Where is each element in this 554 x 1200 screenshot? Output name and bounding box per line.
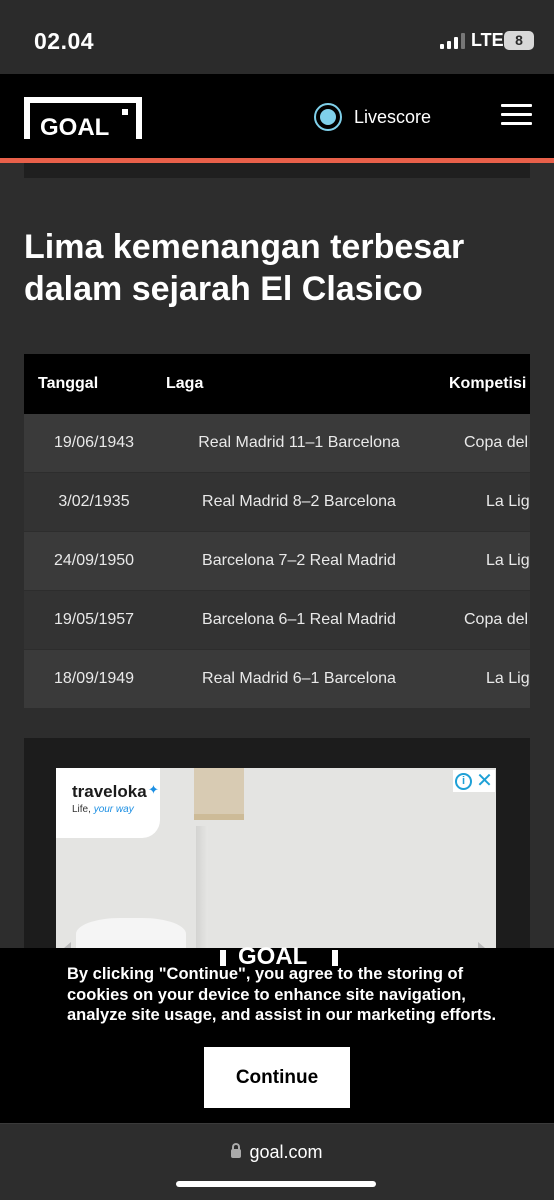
cookie-goal-logo: GOAL	[220, 943, 338, 966]
goal-logo[interactable]: GOAL	[24, 97, 142, 139]
ad-choices[interactable]: i ✕	[453, 770, 495, 792]
network-label: LTE	[471, 30, 504, 50]
cell-match: Barcelona 6–1 Real Madrid	[202, 611, 396, 628]
livescore-link[interactable]: Livescore	[314, 103, 431, 131]
signal-icon	[440, 33, 465, 49]
page: 02.04 LTE 8 GOAL Livescore Lima kemenang…	[0, 0, 554, 1200]
cell-date: 24/09/1950	[53, 552, 135, 569]
bird-icon: ✦	[148, 782, 159, 797]
lock-icon	[231, 1143, 242, 1158]
table-row: 19/06/1943 Real Madrid 11–1 Barcelona Co…	[24, 414, 530, 473]
continue-button[interactable]: Continue	[204, 1047, 350, 1108]
ad-tagline-prefix: Life,	[72, 804, 91, 815]
hamburger-menu-icon[interactable]	[501, 104, 532, 126]
ad-tagline-accent: your way	[93, 804, 134, 815]
cell-match: Real Madrid 11–1 Barcelona	[198, 434, 400, 451]
cell-competition: La Lig	[486, 552, 530, 569]
content-strip	[24, 163, 530, 178]
table-header: Tanggal Laga Kompetisi	[24, 354, 530, 414]
cell-match: Barcelona 7–2 Real Madrid	[202, 552, 396, 569]
table-row: 18/09/1949 Real Madrid 6–1 Barcelona La …	[24, 650, 530, 709]
header-date: Tanggal	[38, 375, 99, 392]
cell-competition: Copa del	[464, 611, 529, 628]
table-row: 19/05/1957 Barcelona 6–1 Real Madrid Cop…	[24, 591, 530, 650]
cell-match: Real Madrid 8–2 Barcelona	[202, 493, 396, 510]
article-heading: Lima kemenangan terbesar dalam sejarah E…	[24, 228, 465, 308]
battery-icon: 8	[504, 31, 534, 50]
table-row: 3/02/1935 Real Madrid 8–2 Barcelona La L…	[24, 473, 530, 532]
cell-date: 19/05/1957	[53, 611, 135, 628]
cell-competition: La Lig	[486, 670, 530, 687]
cell-date: 18/09/1949	[53, 670, 135, 687]
table-row: 24/09/1950 Barcelona 7–2 Real Madrid La …	[24, 532, 530, 591]
home-indicator[interactable]	[176, 1181, 376, 1187]
ad-image-wall	[196, 826, 208, 948]
close-icon[interactable]: ✕	[476, 771, 493, 791]
status-bar: 02.04 LTE 8	[0, 0, 554, 74]
logo-text: GOAL	[40, 114, 109, 139]
cookie-logo-text: GOAL	[238, 943, 307, 966]
ad-brand: traveloka	[72, 782, 147, 801]
cell-match: Real Madrid 6–1 Barcelona	[202, 670, 396, 687]
livescore-icon	[314, 103, 342, 131]
ad-image-cabinet	[194, 768, 244, 820]
header-competition: Kompetisi	[449, 375, 527, 392]
cell-date: 19/06/1943	[53, 434, 135, 451]
status-time: 02.04	[34, 28, 95, 54]
traveloka-logo: traveloka Life, your way ✦	[56, 768, 160, 838]
header-match: Laga	[166, 375, 204, 392]
results-table: Tanggal Laga Kompetisi 19/06/1943 Real M…	[24, 354, 530, 709]
cell-competition: Copa del	[464, 434, 529, 451]
traveloka-ad[interactable]: traveloka Life, your way ✦	[56, 768, 496, 948]
browser-url-bar[interactable]: goal.com	[0, 1123, 554, 1200]
url-display[interactable]: goal.com	[0, 1142, 554, 1163]
info-icon[interactable]: i	[455, 772, 473, 790]
ad-tagline: Life, your way	[72, 804, 160, 815]
cookie-message: By clicking "Continue", you agree to the…	[67, 965, 497, 1024]
livescore-label: Livescore	[354, 106, 432, 127]
cell-date: 3/02/1935	[58, 493, 130, 510]
ad-image-pillow	[76, 918, 186, 948]
cell-competition: La Lig	[486, 493, 530, 510]
url-text: goal.com	[249, 1142, 323, 1162]
